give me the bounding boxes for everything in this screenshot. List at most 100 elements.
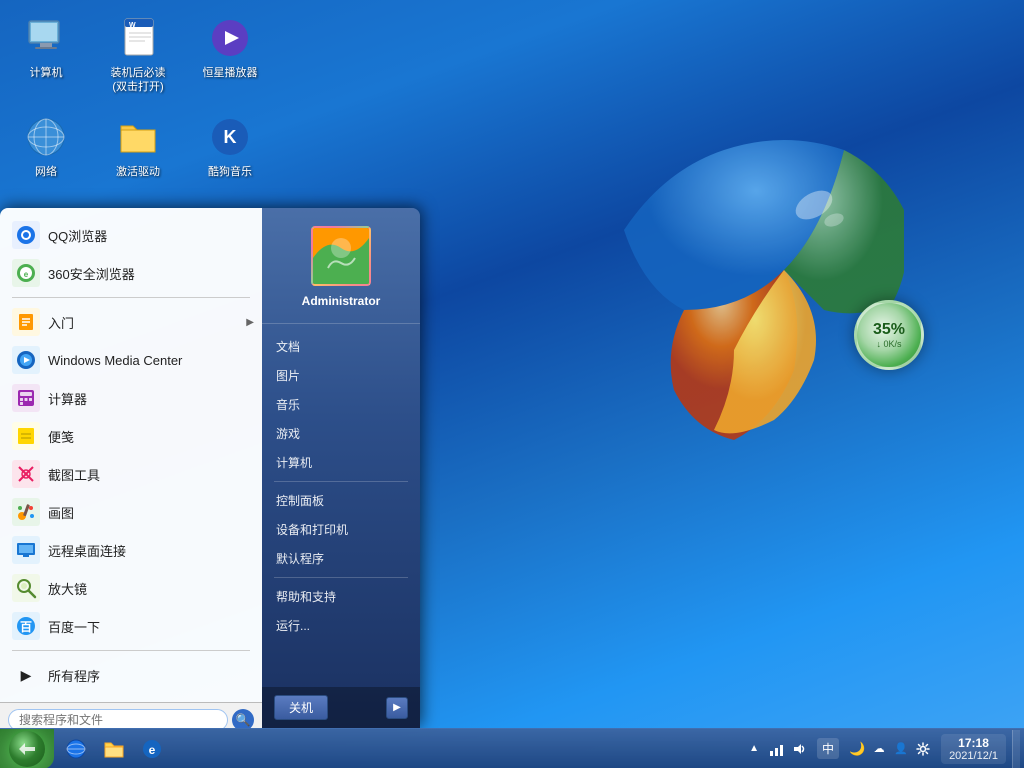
right-menu-games[interactable]: 游戏	[262, 419, 420, 448]
shutdown-button[interactable]: 关机	[274, 695, 328, 720]
right-menu-pictures[interactable]: 图片	[262, 361, 420, 390]
kugou-icon-label: 酷狗音乐	[208, 165, 252, 179]
tray-icons-2: 🌙 ☁ 👤	[843, 739, 937, 759]
desktop-icon-kugou[interactable]: K 酷狗音乐	[194, 109, 266, 183]
tray-cloud-icon[interactable]: ☁	[869, 739, 889, 759]
tray-icons	[763, 739, 813, 759]
taskbar-icon-explorer[interactable]	[96, 731, 132, 767]
taskbar: e ▲	[0, 728, 1024, 768]
start-orb	[9, 731, 45, 767]
right-menu-devices[interactable]: 设备和打印机	[262, 515, 420, 544]
word-icon: W	[114, 14, 162, 62]
shutdown-arrow-button[interactable]: ▶	[386, 697, 408, 719]
menu-item-snipping[interactable]: 截图工具	[0, 455, 262, 493]
computer-icon	[22, 14, 70, 62]
menu-item-baidu[interactable]: 百 百度一下	[0, 607, 262, 645]
tray-expand[interactable]: ▲	[749, 743, 759, 754]
icon-row-2: 网络 激活驱动 K	[10, 109, 266, 183]
kugou-icon: K	[206, 113, 254, 161]
menu-item-paint[interactable]: 画图	[0, 493, 262, 531]
svg-text:e: e	[24, 270, 29, 279]
desktop-icon-driver[interactable]: 激活驱动	[102, 109, 174, 183]
right-menu-defaults[interactable]: 默认程序	[262, 544, 420, 573]
menu-item-360-browser[interactable]: e 360安全浏览器	[0, 254, 262, 292]
tray-volume-icon[interactable]	[789, 739, 809, 759]
clock[interactable]: 17:18 2021/12/1	[941, 734, 1006, 764]
wmc-icon	[12, 346, 40, 374]
360-browser-icon: e	[12, 259, 40, 287]
clock-time: 17:18	[949, 736, 998, 750]
clock-date: 2021/12/1	[949, 750, 998, 762]
icon-row-1: 计算机 W 装机后必读(双击打开)	[10, 10, 266, 99]
taskbar-icon-ie2[interactable]: e	[134, 731, 170, 767]
shutdown-area: 关机 ▶	[262, 687, 420, 728]
tray-moon-icon[interactable]: 🌙	[847, 739, 867, 759]
svg-text:e: e	[149, 743, 156, 757]
magnifier-icon	[12, 574, 40, 602]
windows-logo	[504, 50, 904, 500]
menu-separator-2	[12, 650, 250, 651]
taskbar-icon-ie[interactable]	[58, 731, 94, 767]
taskbar-right: ▲ 中	[749, 730, 1024, 768]
computer-icon-label: 计算机	[30, 66, 63, 80]
intro-icon	[12, 308, 40, 336]
start-menu-right: Administrator 文档 图片 音乐 游戏 计算机 控制面板 设备和打印…	[262, 208, 420, 728]
start-search-bar: 🔍	[0, 702, 262, 728]
right-menu-run[interactable]: 运行...	[262, 611, 420, 640]
search-input[interactable]	[8, 709, 228, 728]
menu-item-sticky[interactable]: 便笺	[0, 417, 262, 455]
start-menu-items: QQ浏览器 e 360安全浏览器	[0, 208, 262, 702]
menu-item-intro[interactable]: 入门 ▶	[0, 303, 262, 341]
start-menu: QQ浏览器 e 360安全浏览器	[0, 208, 420, 728]
folder-icon	[114, 113, 162, 161]
menu-item-calculator[interactable]: 计算器	[0, 379, 262, 417]
menu-item-all-programs[interactable]: ▶ 所有程序	[0, 656, 262, 694]
svg-text:W: W	[129, 22, 136, 29]
start-button[interactable]	[0, 729, 54, 768]
remote-icon	[12, 536, 40, 564]
network-icon-label: 网络	[35, 165, 57, 179]
menu-item-magnifier[interactable]: 放大镜	[0, 569, 262, 607]
taskbar-icons: e	[58, 731, 170, 767]
post-install-icon-label: 装机后必读(双击打开)	[106, 66, 170, 95]
start-menu-left: QQ浏览器 e 360安全浏览器	[0, 208, 262, 728]
right-menu-music[interactable]: 音乐	[262, 390, 420, 419]
net-percent: 35%	[873, 321, 905, 339]
paint-icon	[12, 498, 40, 526]
desktop-icon-post-install[interactable]: W 装机后必读(双击打开)	[102, 10, 174, 99]
right-menu-control-panel[interactable]: 控制面板	[262, 486, 420, 515]
net-widget: 35% ↓ 0K/s	[854, 300, 924, 370]
svg-text:K: K	[224, 127, 237, 147]
right-menu-help[interactable]: 帮助和支持	[262, 582, 420, 611]
language-bar[interactable]: 中	[817, 738, 839, 759]
driver-icon-label: 激活驱动	[116, 165, 160, 179]
desktop: 计算机 W 装机后必读(双击打开)	[0, 0, 1024, 768]
tray-network-icon[interactable]	[767, 739, 787, 759]
all-programs-icon: ▶	[12, 661, 40, 689]
network-icon	[22, 113, 70, 161]
desktop-icon-player[interactable]: 恒星播放器	[194, 10, 266, 99]
calculator-icon	[12, 384, 40, 412]
user-avatar	[311, 226, 371, 286]
sticky-icon	[12, 422, 40, 450]
right-menu-computer[interactable]: 计算机	[262, 448, 420, 477]
right-menu-documents[interactable]: 文档	[262, 332, 420, 361]
user-name: Administrator	[302, 294, 381, 308]
search-button[interactable]: 🔍	[232, 709, 254, 728]
intro-arrow: ▶	[246, 317, 254, 328]
player-icon	[206, 14, 254, 62]
snipping-icon	[12, 460, 40, 488]
desktop-icon-computer[interactable]: 计算机	[10, 10, 82, 99]
menu-item-wmc[interactable]: Windows Media Center	[0, 341, 262, 379]
tray-gear-icon[interactable]	[913, 739, 933, 759]
svg-text:百: 百	[20, 620, 32, 634]
player-icon-label: 恒星播放器	[203, 66, 258, 80]
menu-item-remote[interactable]: 远程桌面连接	[0, 531, 262, 569]
desktop-icon-network[interactable]: 网络	[10, 109, 82, 183]
menu-item-qq-browser[interactable]: QQ浏览器	[0, 216, 262, 254]
tray-user-icon[interactable]: 👤	[891, 739, 911, 759]
qq-browser-icon	[12, 221, 40, 249]
show-desktop-button[interactable]	[1012, 730, 1020, 768]
user-section: Administrator	[262, 216, 420, 324]
baidu-icon: 百	[12, 612, 40, 640]
